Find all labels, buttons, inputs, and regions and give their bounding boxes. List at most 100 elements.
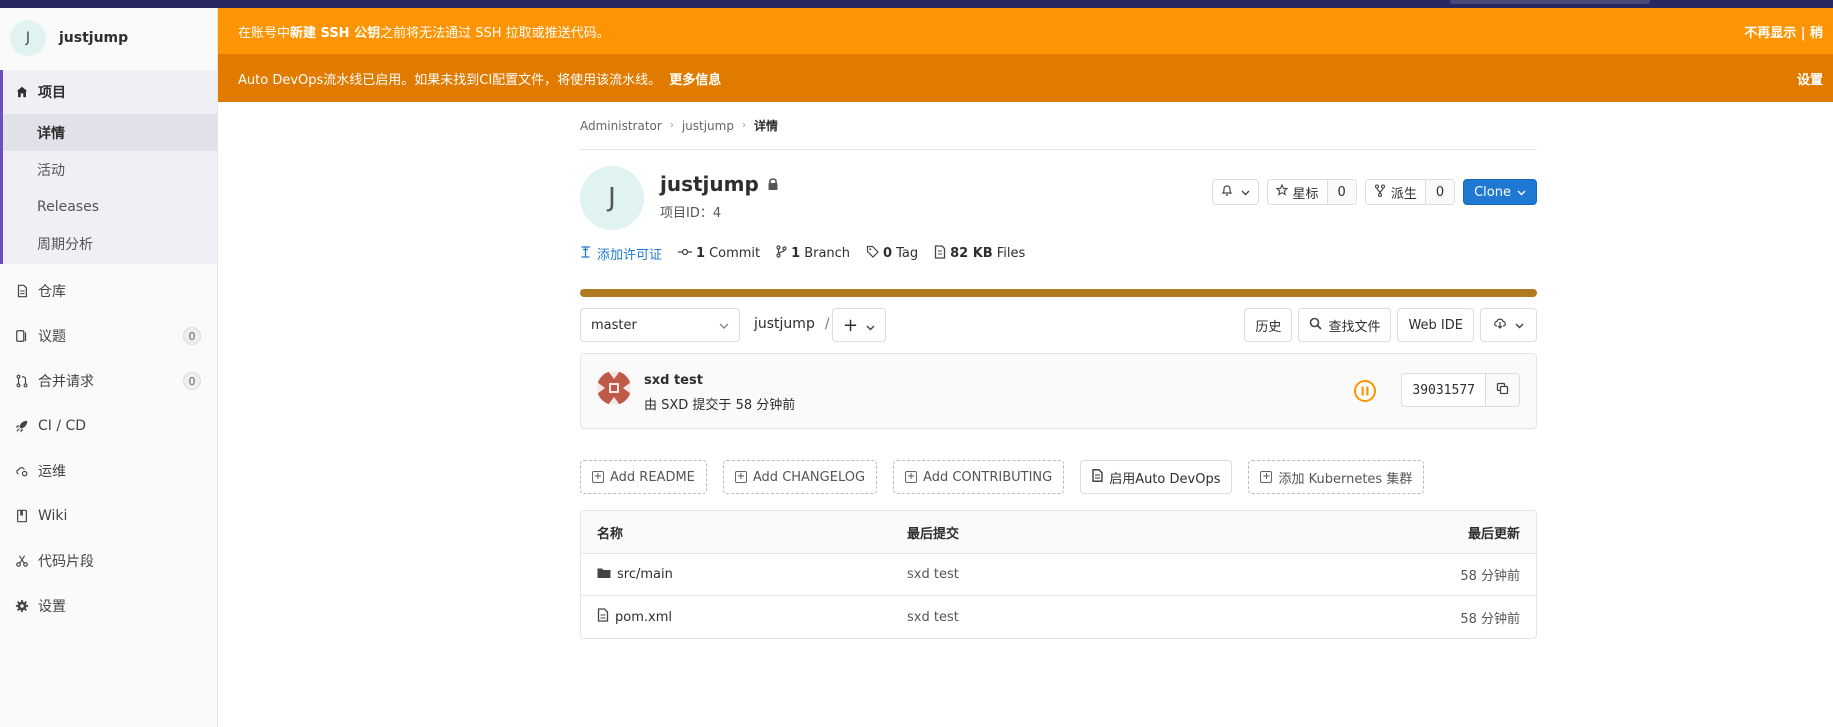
star-button[interactable]: 星标 xyxy=(1267,180,1327,204)
add-contributing-button[interactable]: + Add CONTRIBUTING xyxy=(893,460,1065,494)
commit-title[interactable]: sxd test xyxy=(644,373,703,388)
path-separator: / xyxy=(824,316,830,332)
star-button-group: 星标 0 xyxy=(1266,179,1357,205)
commit-author-avatar[interactable] xyxy=(597,371,631,405)
language-bar-fill xyxy=(580,289,1537,297)
enable-auto-devops-button[interactable]: 启用Auto DevOps xyxy=(1080,460,1233,494)
sidebar-subitem-activity[interactable]: 活动 xyxy=(3,151,217,188)
branch-switcher[interactable]: master xyxy=(580,308,740,342)
repo-path: justjump / xyxy=(754,316,830,332)
file-name-cell[interactable]: pom.xml xyxy=(597,608,672,626)
file-tree-table: 名称 最后提交 最后更新 src/main sxd test 58 分钟前 po… xyxy=(580,510,1537,639)
auto-devops-banner: Auto DevOps流水线已启用。如果未找到CI配置文件，将使用该流水线。 更… xyxy=(218,54,1833,102)
files-stat[interactable]: 82 KB Files xyxy=(934,244,1026,263)
file-updated: 58 分钟前 xyxy=(1460,569,1520,584)
sidebar-item-ci-cd[interactable]: CI / CD xyxy=(0,403,217,448)
files-label: Files xyxy=(996,246,1026,261)
book-icon xyxy=(14,508,30,524)
sidebar-item-merge-requests[interactable]: 合并请求 0 xyxy=(0,358,217,403)
download-dropdown[interactable] xyxy=(1480,308,1537,342)
column-header-last-update: 最后更新 xyxy=(1467,526,1520,542)
add-license-link[interactable]: 添加许可证 xyxy=(580,244,662,263)
sidebar-item-project[interactable]: 项目 xyxy=(3,70,217,114)
doc-icon xyxy=(1092,468,1103,486)
sidebar-item-operations[interactable]: 运维 xyxy=(0,448,217,493)
repository-language-bar xyxy=(580,289,1537,297)
chevron-down-icon xyxy=(719,319,729,334)
sidebar-subitem-cycle-analytics[interactable]: 周期分析 xyxy=(3,225,217,262)
history-button[interactable]: 历史 xyxy=(1244,308,1293,342)
merge-icon xyxy=(14,373,30,389)
fork-button-group: 派生 0 xyxy=(1364,179,1456,205)
commit-sha-group: 39031577 xyxy=(1401,373,1520,407)
bell-icon xyxy=(1221,184,1233,201)
search-box-edge[interactable] xyxy=(1450,0,1650,4)
plus-square-icon: + xyxy=(1260,471,1273,483)
branches-stat[interactable]: 1 Branch xyxy=(776,245,850,262)
sidebar-item-issues[interactable]: 议题 0 xyxy=(0,313,217,358)
fork-button[interactable]: 派生 xyxy=(1365,180,1425,204)
sidebar-subitem-details[interactable]: 详情 xyxy=(3,114,217,151)
find-file-label: 查找文件 xyxy=(1328,319,1381,335)
fork-icon xyxy=(1374,183,1386,201)
breadcrumb-item[interactable]: Administrator xyxy=(580,119,662,133)
sidebar-project-header[interactable]: J justjump xyxy=(0,8,217,68)
web-ide-button[interactable]: Web IDE xyxy=(1397,308,1474,342)
file-name: src/main xyxy=(617,567,673,582)
sidebar-item-label: 议题 xyxy=(38,328,66,345)
project-suggestions: + Add README + Add CHANGELOG + Add CONTR… xyxy=(580,460,1425,494)
breadcrumb: Administrator › justjump › 详情 xyxy=(580,102,1537,150)
sidebar-item-wiki[interactable]: Wiki xyxy=(0,493,217,538)
file-last-commit[interactable]: sxd test xyxy=(907,567,959,582)
suggestion-label: Add README xyxy=(610,469,695,485)
tree-toolbar-actions: 历史 查找文件 Web IDE xyxy=(1244,308,1537,342)
folder-icon xyxy=(597,567,611,583)
star-label: 星标 xyxy=(1292,186,1319,202)
tags-stat[interactable]: 0 Tag xyxy=(866,245,918,262)
project-id: 项目ID：4 xyxy=(660,206,722,221)
file-last-commit[interactable]: sxd test xyxy=(907,610,959,625)
devops-settings-link[interactable]: 设置 xyxy=(1797,69,1823,88)
gear-icon xyxy=(14,598,30,614)
cloud-gear-icon xyxy=(14,463,30,479)
add-kubernetes-cluster-button[interactable]: + 添加 Kubernetes 集群 xyxy=(1248,460,1425,494)
clone-button[interactable]: Clone xyxy=(1463,179,1537,205)
tags-label: Tag xyxy=(896,246,919,261)
sidebar-item-snippets[interactable]: 代码片段 xyxy=(0,538,217,583)
copy-icon xyxy=(1496,382,1509,399)
add-readme-button[interactable]: + Add README xyxy=(580,460,707,494)
sidebar-subitem-releases[interactable]: Releases xyxy=(3,188,217,225)
copy-sha-button[interactable] xyxy=(1485,374,1519,406)
devops-more-info-link[interactable]: 更多信息 xyxy=(669,69,721,88)
ssh-banner-dismiss[interactable]: 不再显示 | 稍 xyxy=(1744,22,1823,41)
pipeline-paused-icon[interactable] xyxy=(1353,379,1377,403)
project-title: justjump xyxy=(660,172,779,196)
star-count[interactable]: 0 xyxy=(1326,180,1356,204)
branch-name: master xyxy=(591,317,637,333)
sidebar-item-label: CI / CD xyxy=(38,417,87,434)
ssh-banner-post: 之前将无法通过 SSH 拉取或推送代码。 xyxy=(380,25,610,41)
notification-dropdown[interactable] xyxy=(1211,179,1259,205)
file-name-cell[interactable]: src/main xyxy=(597,567,673,583)
breadcrumb-current[interactable]: 详情 xyxy=(754,117,778,134)
sidebar-item-label: 运维 xyxy=(38,463,66,480)
branch-icon xyxy=(776,245,787,262)
add-changelog-button[interactable]: + Add CHANGELOG xyxy=(722,460,878,494)
find-file-button[interactable]: 查找文件 xyxy=(1298,308,1392,342)
commits-stat[interactable]: 1 Commit xyxy=(678,246,760,261)
files-size: 82 KB xyxy=(950,246,993,261)
table-row[interactable]: pom.xml sxd test 58 分钟前 xyxy=(581,596,1536,638)
add-ssh-key-link[interactable]: 新建 SSH 公钥 xyxy=(290,22,380,41)
sidebar-item-settings[interactable]: 设置 xyxy=(0,583,217,628)
path-root-link[interactable]: justjump xyxy=(754,316,815,332)
table-row[interactable]: src/main sxd test 58 分钟前 xyxy=(581,554,1536,596)
sidebar-item-repository[interactable]: 仓库 xyxy=(0,268,217,313)
issues-icon xyxy=(14,328,30,344)
plus-square-icon: + xyxy=(905,471,918,483)
commit-sha[interactable]: 39031577 xyxy=(1402,374,1485,406)
sidebar-item-label: 代码片段 xyxy=(38,553,94,570)
breadcrumb-item[interactable]: justjump xyxy=(682,119,734,133)
fork-count[interactable]: 0 xyxy=(1424,180,1455,204)
add-file-dropdown[interactable]: + xyxy=(832,308,886,342)
project-actions: 星标 0 派生 0 Clone xyxy=(1211,179,1537,205)
